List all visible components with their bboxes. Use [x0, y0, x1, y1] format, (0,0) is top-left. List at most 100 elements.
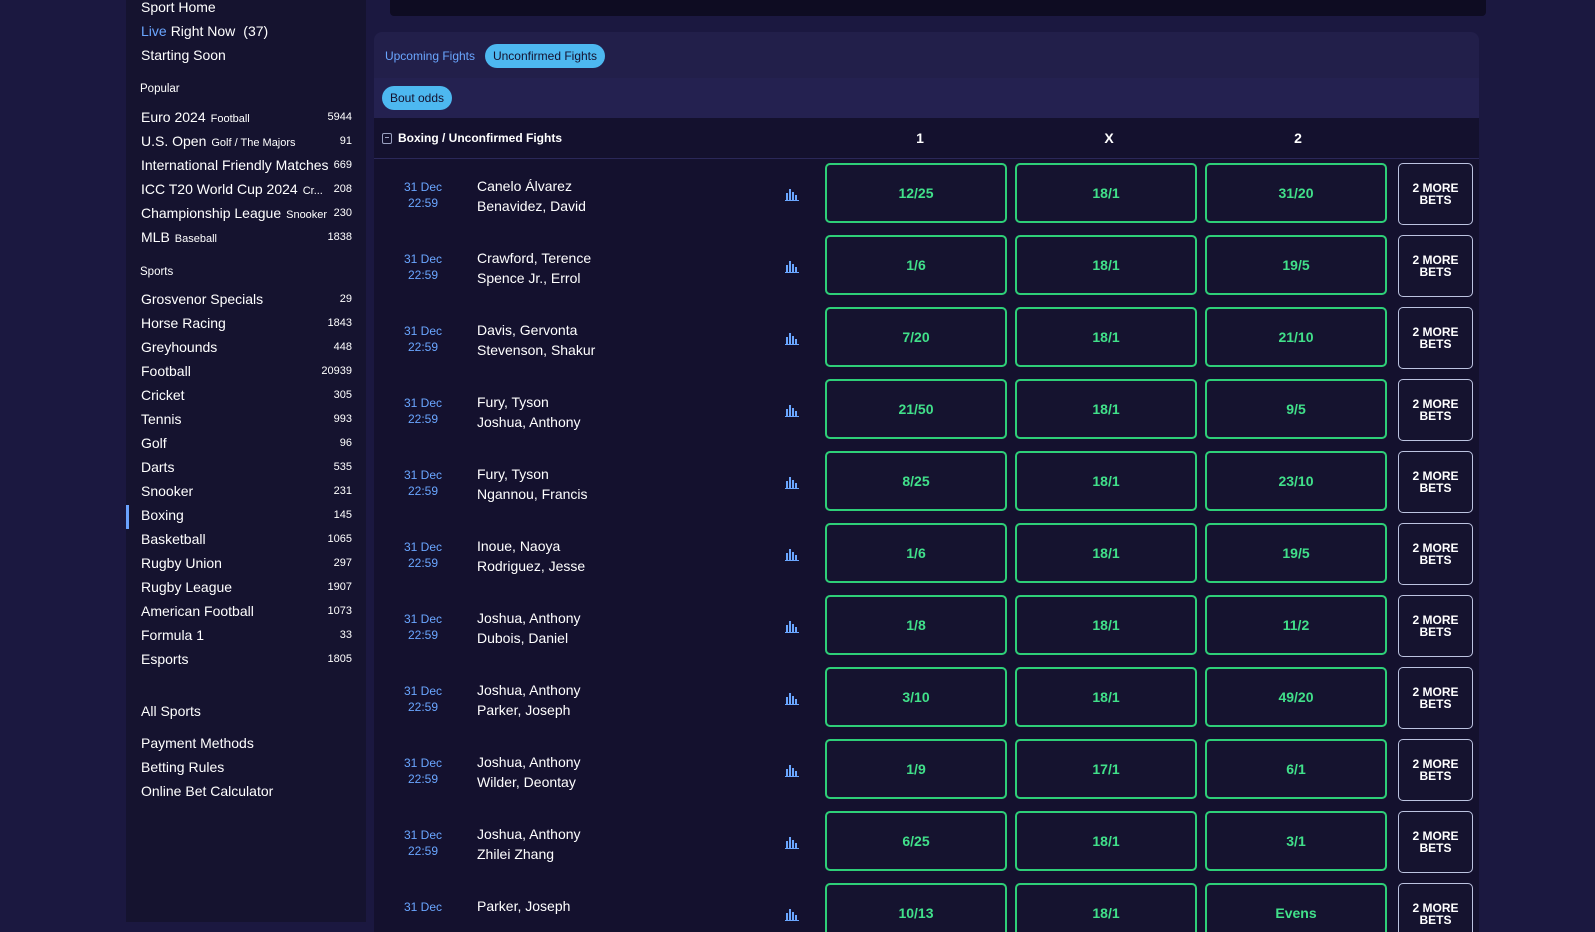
tab-unconfirmed-fights[interactable]: Unconfirmed Fights: [485, 44, 605, 68]
fight-participants[interactable]: Davis, Gervonta Stevenson, Shakur: [477, 320, 595, 360]
fight-participants[interactable]: Joshua, Anthony Parker, Joseph: [477, 680, 581, 720]
popular-item[interactable]: Championship League Snooker 230: [141, 203, 352, 223]
odds-button-1[interactable]: 6/25: [825, 811, 1007, 871]
sidebar-link-starting-soon[interactable]: Starting Soon: [141, 45, 352, 65]
fight-participants[interactable]: Canelo Álvarez Benavidez, David: [477, 176, 586, 216]
odds-button-2[interactable]: 49/20: [1205, 667, 1387, 727]
sidebar-item-horse-racing[interactable]: Horse Racing 1843: [141, 313, 352, 333]
fight-participants[interactable]: Parker, Joseph: [477, 896, 570, 916]
sidebar-link-betting-rules[interactable]: Betting Rules: [141, 757, 352, 777]
bar-chart-icon[interactable]: [785, 835, 799, 849]
more-bets-button[interactable]: 2 MORE BETS: [1398, 379, 1473, 441]
fight-participants[interactable]: Inoue, Naoya Rodriguez, Jesse: [477, 536, 585, 576]
more-bets-button[interactable]: 2 MORE BETS: [1398, 307, 1473, 369]
odds-button-1[interactable]: 7/20: [825, 307, 1007, 367]
more-bets-button[interactable]: 2 MORE BETS: [1398, 667, 1473, 729]
popular-item[interactable]: U.S. Open Golf / The Majors 91: [141, 131, 352, 151]
popular-item[interactable]: MLB Baseball 1838: [141, 227, 352, 247]
sidebar-item-darts[interactable]: Darts 535: [141, 457, 352, 477]
sidebar-item-tennis[interactable]: Tennis 993: [141, 409, 352, 429]
bar-chart-icon[interactable]: [785, 403, 799, 417]
odds-button-2[interactable]: 3/1: [1205, 811, 1387, 871]
odds-button-1[interactable]: 1/9: [825, 739, 1007, 799]
bar-chart-icon[interactable]: [785, 331, 799, 345]
sidebar-item-football[interactable]: Football 20939: [141, 361, 352, 381]
collapse-icon[interactable]: [382, 132, 392, 144]
fight-participants[interactable]: Fury, Tyson Ngannou, Francis: [477, 464, 588, 504]
sidebar-item-formula-1[interactable]: Formula 1 33: [141, 625, 352, 645]
odds-button-x[interactable]: 18/1: [1015, 235, 1197, 295]
sidebar-link-sport-home[interactable]: Sport Home: [141, 0, 352, 17]
odds-button-x[interactable]: 18/1: [1015, 379, 1197, 439]
odds-button-x[interactable]: 18/1: [1015, 667, 1197, 727]
odds-button-2[interactable]: 11/2: [1205, 595, 1387, 655]
sidebar-item-grosvenor-specials[interactable]: Grosvenor Specials 29: [141, 289, 352, 309]
bar-chart-icon[interactable]: [785, 619, 799, 633]
bar-chart-icon[interactable]: [785, 763, 799, 777]
more-bets-button[interactable]: 2 MORE BETS: [1398, 163, 1473, 225]
sidebar-item-snooker[interactable]: Snooker 231: [141, 481, 352, 501]
odds-button-2[interactable]: 31/20: [1205, 163, 1387, 223]
sidebar-item-esports[interactable]: Esports 1805: [141, 649, 352, 669]
sidebar-item-basketball[interactable]: Basketball 1065: [141, 529, 352, 549]
odds-button-1[interactable]: 3/10: [825, 667, 1007, 727]
more-bets-button[interactable]: 2 MORE BETS: [1398, 235, 1473, 297]
sidebar-item-rugby-league[interactable]: Rugby League 1907: [141, 577, 352, 597]
odds-button-x[interactable]: 18/1: [1015, 811, 1197, 871]
odds-button-x[interactable]: 17/1: [1015, 739, 1197, 799]
tab-upcoming-fights[interactable]: Upcoming Fights: [380, 44, 480, 68]
odds-button-x[interactable]: 18/1: [1015, 523, 1197, 583]
fight-participants[interactable]: Joshua, Anthony Zhilei Zhang: [477, 824, 581, 864]
popular-item[interactable]: Euro 2024 Football 5944: [141, 107, 352, 127]
more-bets-button[interactable]: 2 MORE BETS: [1398, 595, 1473, 657]
odds-button-1[interactable]: 10/13: [825, 883, 1007, 932]
sidebar-item-cricket[interactable]: Cricket 305: [141, 385, 352, 405]
more-bets-button[interactable]: 2 MORE BETS: [1398, 451, 1473, 513]
more-bets-button[interactable]: 2 MORE BETS: [1398, 523, 1473, 585]
sidebar-link-all-sports[interactable]: All Sports: [141, 701, 352, 721]
bar-chart-icon[interactable]: [785, 259, 799, 273]
bar-chart-icon[interactable]: [785, 907, 799, 921]
odds-button-2[interactable]: 19/5: [1205, 523, 1387, 583]
bar-chart-icon[interactable]: [785, 187, 799, 201]
popular-item[interactable]: ICC T20 World Cup 2024 Cr... 208: [141, 179, 352, 199]
odds-button-1[interactable]: 1/8: [825, 595, 1007, 655]
odds-button-2[interactable]: 19/5: [1205, 235, 1387, 295]
odds-button-2[interactable]: 23/10: [1205, 451, 1387, 511]
odds-button-x[interactable]: 18/1: [1015, 883, 1197, 932]
fight-participants[interactable]: Joshua, Anthony Wilder, Deontay: [477, 752, 581, 792]
odds-button-2[interactable]: 21/10: [1205, 307, 1387, 367]
odds-button-1[interactable]: 8/25: [825, 451, 1007, 511]
more-bets-button[interactable]: 2 MORE BETS: [1398, 811, 1473, 873]
sidebar-item-greyhounds[interactable]: Greyhounds 448: [141, 337, 352, 357]
odds-button-2[interactable]: Evens: [1205, 883, 1387, 932]
sidebar-link-payment-methods[interactable]: Payment Methods: [141, 733, 352, 753]
bar-chart-icon[interactable]: [785, 691, 799, 705]
fight-participants[interactable]: Fury, Tyson Joshua, Anthony: [477, 392, 581, 432]
odds-button-1[interactable]: 21/50: [825, 379, 1007, 439]
odds-button-2[interactable]: 9/5: [1205, 379, 1387, 439]
bar-chart-icon[interactable]: [785, 475, 799, 489]
fight-row: 31 Dec 22:59 Joshua, Anthony Parker, Joseph…: [374, 663, 1479, 736]
odds-button-x[interactable]: 18/1: [1015, 307, 1197, 367]
more-bets-button[interactable]: 2 MORE BETS: [1398, 883, 1473, 932]
more-bets-button[interactable]: 2 MORE BETS: [1398, 739, 1473, 801]
odds-button-1[interactable]: 12/25: [825, 163, 1007, 223]
odds-button-x[interactable]: 18/1: [1015, 451, 1197, 511]
sidebar-link-live[interactable]: Live Right Now (37): [141, 21, 352, 41]
odds-button-x[interactable]: 18/1: [1015, 163, 1197, 223]
sidebar-item-golf[interactable]: Golf 96: [141, 433, 352, 453]
fight-participants[interactable]: Crawford, Terence Spence Jr., Errol: [477, 248, 591, 288]
odds-button-1[interactable]: 1/6: [825, 523, 1007, 583]
sidebar-link-bet-calculator[interactable]: Online Bet Calculator: [141, 781, 352, 801]
odds-button-2[interactable]: 6/1: [1205, 739, 1387, 799]
popular-item[interactable]: International Friendly MatchesI 669: [141, 155, 352, 175]
sidebar-item-rugby-union[interactable]: Rugby Union 297: [141, 553, 352, 573]
odds-button-x[interactable]: 18/1: [1015, 595, 1197, 655]
bar-chart-icon[interactable]: [785, 547, 799, 561]
sidebar-item-boxing[interactable]: Boxing 145: [141, 505, 352, 525]
sidebar-item-american-football[interactable]: American Football 1073: [141, 601, 352, 621]
odds-button-1[interactable]: 1/6: [825, 235, 1007, 295]
fight-participants[interactable]: Joshua, Anthony Dubois, Daniel: [477, 608, 581, 648]
bout-odds-pill[interactable]: Bout odds: [382, 86, 452, 110]
